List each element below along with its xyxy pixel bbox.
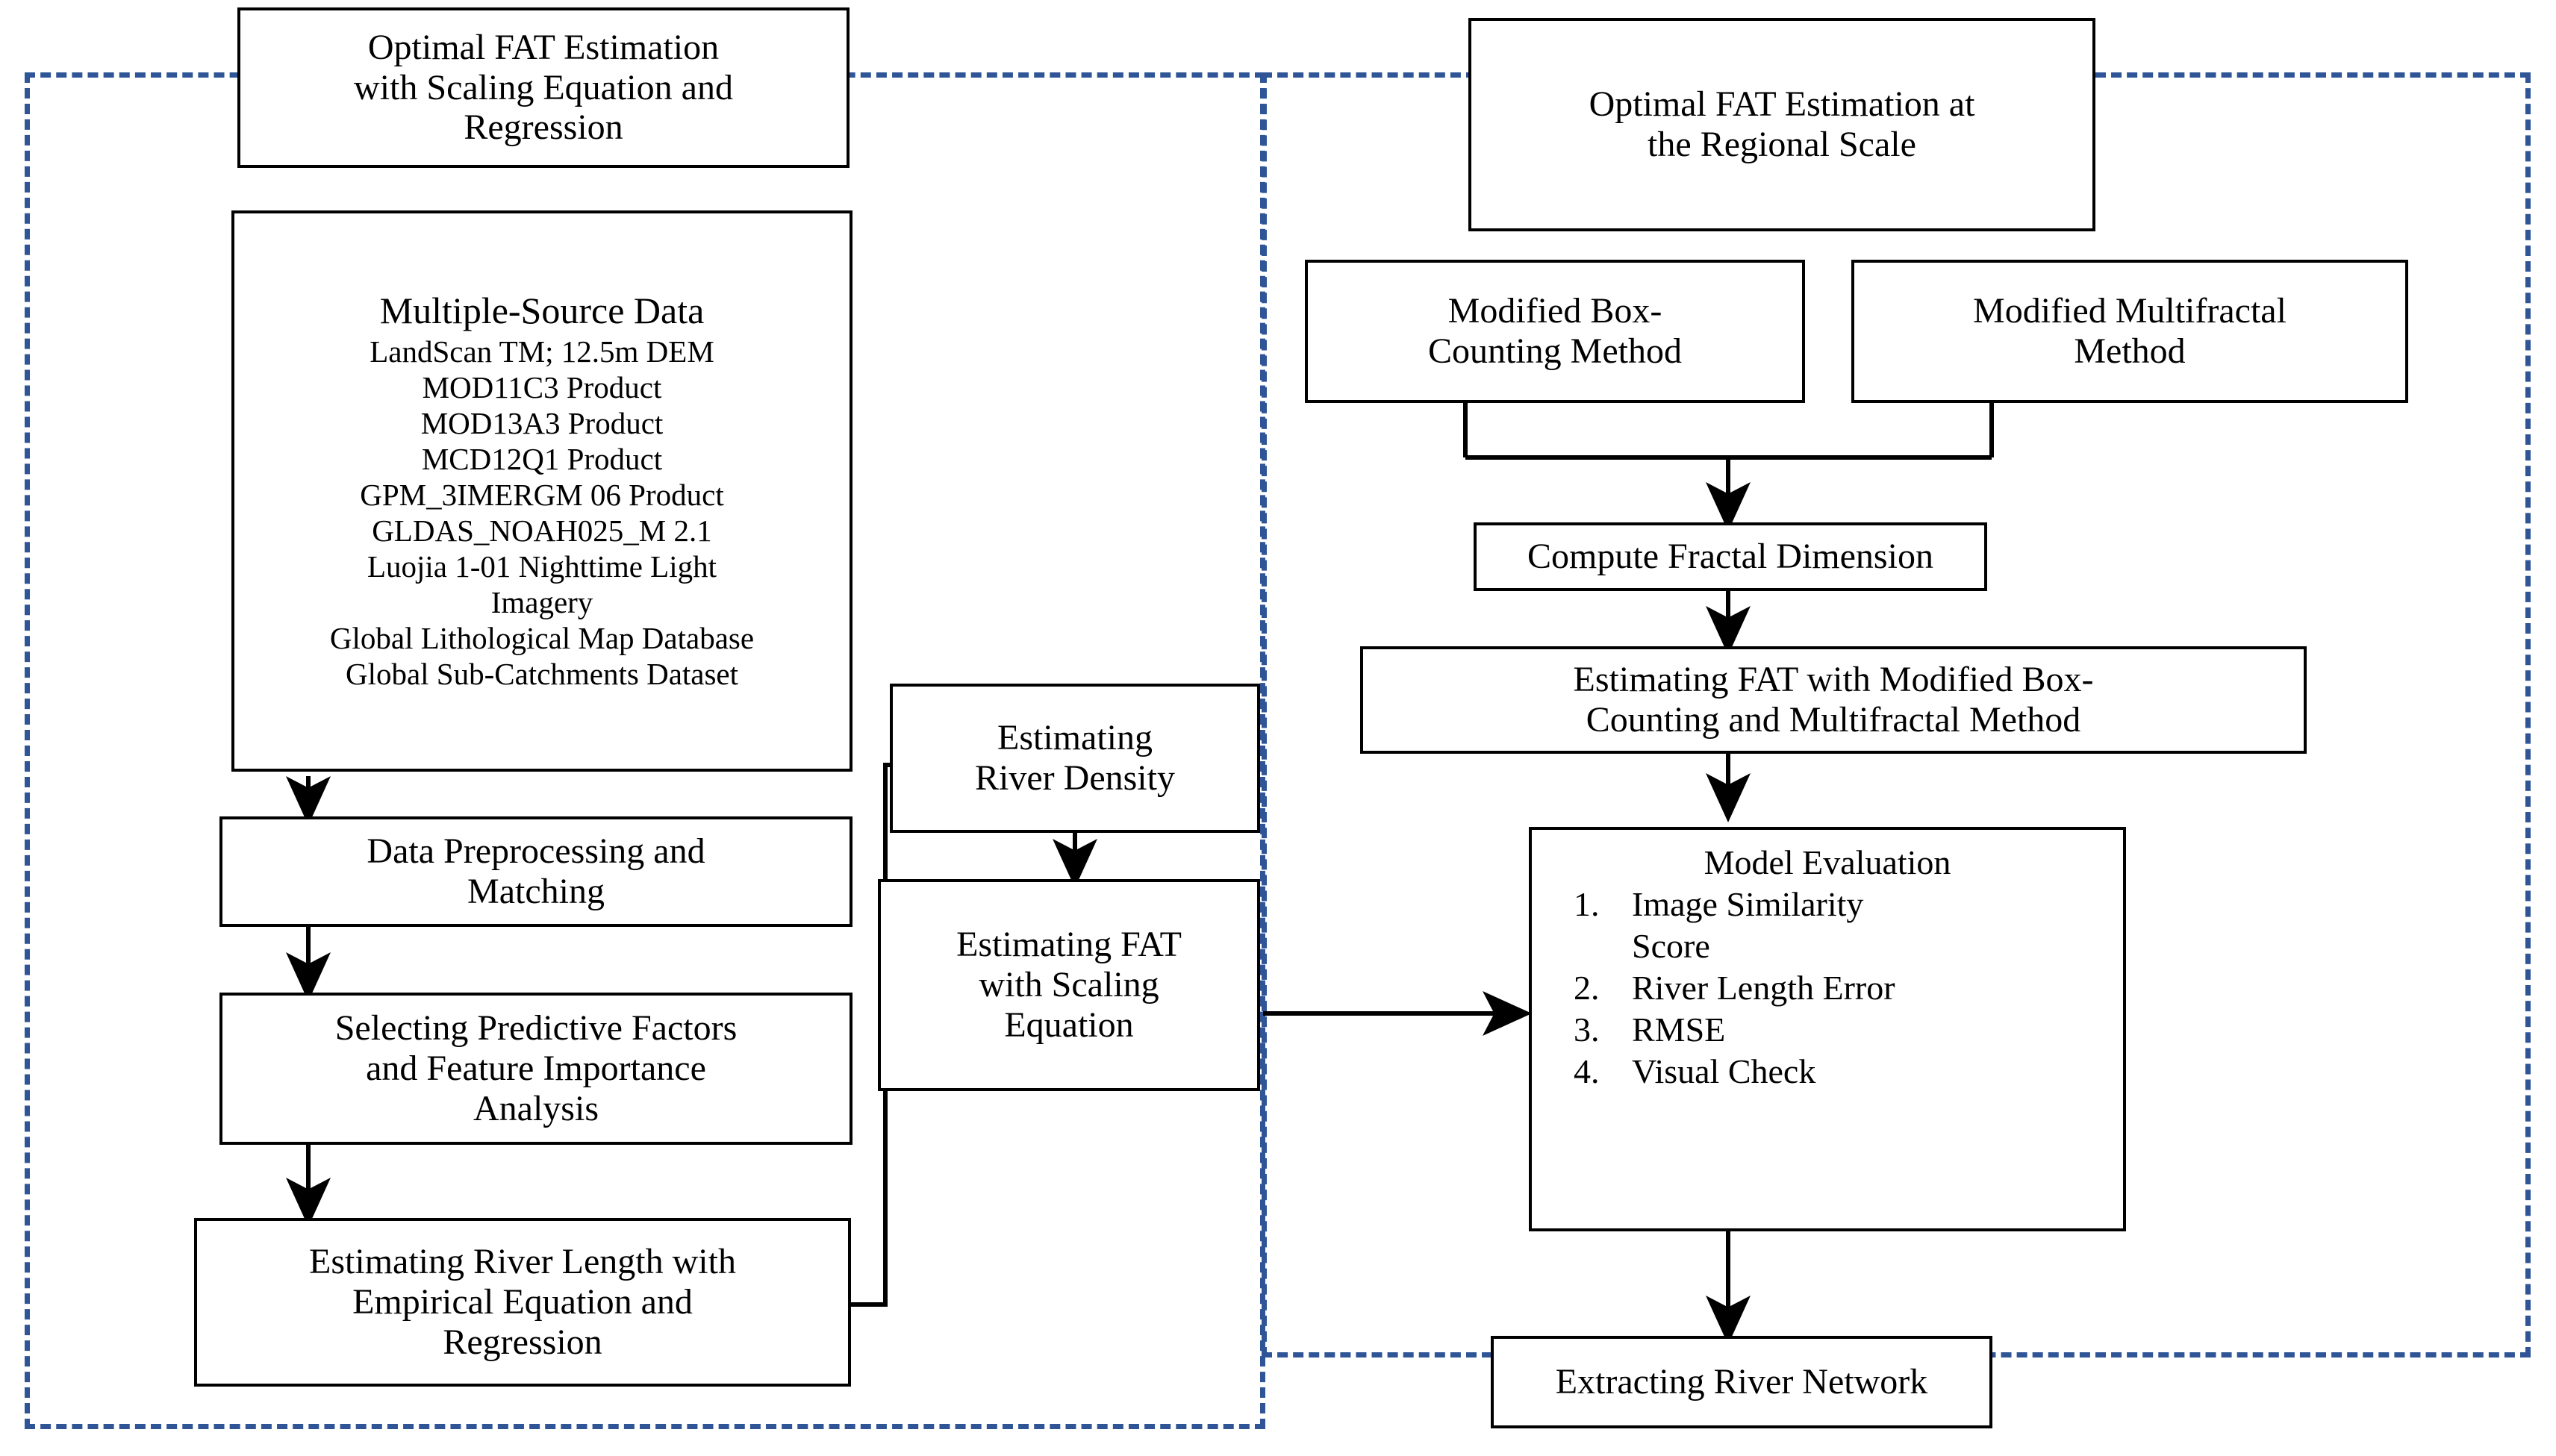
data-item-3: MCD12Q1 Product bbox=[421, 442, 663, 477]
data-item-6: Luojia 1-01 Nighttime Light bbox=[367, 549, 717, 584]
compute-fractal-dimension-box: Compute Fractal Dimension bbox=[1474, 522, 1987, 591]
output-line-1: Extracting River Network bbox=[1555, 1362, 1928, 1402]
eval-item-text: Visual Check bbox=[1632, 1052, 1816, 1090]
multifractal-line-2: Method bbox=[2074, 331, 2186, 371]
river-length-line-3: Regression bbox=[443, 1322, 602, 1362]
right-header-line-2: the Regional Scale bbox=[1648, 125, 1916, 164]
data-item-4: GPM_3IMERGM 06 Product bbox=[360, 478, 724, 513]
flowchart-canvas: Optimal FAT Estimation with Scaling Equa… bbox=[0, 0, 2556, 1456]
data-item-1: MOD11C3 Product bbox=[422, 370, 662, 405]
eval-item-text: River Length Error bbox=[1632, 968, 1895, 1007]
eval-item: 1. Image Similarity bbox=[1574, 884, 2107, 925]
data-item-2: MOD13A3 Product bbox=[420, 406, 664, 441]
data-item-9: Global Sub-Catchments Dataset bbox=[345, 656, 739, 691]
eval-item-number: 4. bbox=[1574, 1052, 1600, 1090]
river-length-line-2: Empirical Equation and bbox=[352, 1282, 693, 1322]
multiple-source-data-box: Multiple-Source Data LandScan TM; 12.5m … bbox=[231, 210, 852, 772]
data-preprocessing-box: Data Preprocessing and Matching bbox=[219, 816, 852, 927]
selecting-line-1: Selecting Predictive Factors bbox=[334, 1008, 738, 1049]
left-header-line-1: Optimal FAT Estimation bbox=[367, 27, 720, 67]
selecting-predictive-factors-box: Selecting Predictive Factors and Feature… bbox=[219, 993, 852, 1145]
selecting-line-2: and Feature Importance bbox=[366, 1049, 706, 1089]
eval-item: 2. River Length Error bbox=[1574, 967, 2107, 1009]
fat-scaling-line-1: Estimating FAT bbox=[956, 925, 1182, 965]
estimating-river-density-box: Estimating River Density bbox=[890, 684, 1260, 833]
river-length-line-1: Estimating River Length with bbox=[309, 1242, 736, 1282]
eval-item: 3. RMSE bbox=[1574, 1009, 2107, 1051]
river-density-line-2: River Density bbox=[975, 758, 1175, 798]
fat-scaling-line-2: with Scaling bbox=[979, 965, 1159, 1005]
model-evaluation-box: Model Evaluation 1. Image Similarity Sco… bbox=[1529, 827, 2126, 1231]
eval-item-text: RMSE bbox=[1632, 1010, 1726, 1049]
model-evaluation-heading: Model Evaluation bbox=[1704, 843, 1951, 881]
eval-item-number: 3. bbox=[1574, 1010, 1600, 1049]
eval-item-number: 2. bbox=[1574, 968, 1600, 1007]
right-header-line-1: Optimal FAT Estimation at bbox=[1589, 84, 1975, 125]
data-item-0: LandScan TM; 12.5m DEM bbox=[370, 334, 714, 369]
extracting-river-network-box: Extracting River Network bbox=[1491, 1336, 1992, 1428]
selecting-line-3: Analysis bbox=[473, 1088, 599, 1128]
data-item-5: GLDAS_NOAH025_M 2.1 bbox=[372, 513, 712, 548]
model-evaluation-list: 1. Image Similarity Score 2. River Lengt… bbox=[1548, 884, 2107, 1093]
eval-item-text: Score bbox=[1632, 926, 1710, 965]
estimating-fat-modified-box: Estimating FAT with Modified Box- Counti… bbox=[1360, 646, 2307, 754]
multiple-source-data-heading: Multiple-Source Data bbox=[379, 290, 705, 332]
eval-item: Score bbox=[1574, 925, 2107, 967]
river-density-line-1: Estimating bbox=[997, 718, 1153, 758]
fat-estimation-line-1: Estimating FAT with Modified Box- bbox=[1573, 660, 2094, 700]
left-header-line-2: with Scaling Equation and bbox=[354, 67, 733, 107]
left-header-line-3: Regression bbox=[464, 107, 623, 148]
preprocessing-line-1: Data Preprocessing and bbox=[367, 831, 705, 872]
eval-item: 4. Visual Check bbox=[1574, 1051, 2107, 1093]
fractal-dimension-line-1: Compute Fractal Dimension bbox=[1527, 537, 1933, 577]
data-item-8: Global Lithological Map Database bbox=[329, 620, 755, 655]
left-group-header-box: Optimal FAT Estimation with Scaling Equa… bbox=[237, 7, 850, 168]
eval-item-text: Image Similarity bbox=[1632, 884, 1864, 923]
box-counting-line-2: Counting Method bbox=[1427, 331, 1682, 371]
right-group-header-box: Optimal FAT Estimation at the Regional S… bbox=[1468, 18, 2095, 231]
estimating-river-length-box: Estimating River Length with Empirical E… bbox=[194, 1218, 851, 1387]
data-item-7: Imagery bbox=[490, 584, 593, 619]
preprocessing-line-2: Matching bbox=[467, 872, 605, 911]
fat-scaling-line-3: Equation bbox=[1004, 1004, 1134, 1045]
estimating-fat-scaling-box: Estimating FAT with Scaling Equation bbox=[878, 879, 1260, 1091]
fat-estimation-line-2: Counting and Multifractal Method bbox=[1586, 700, 2081, 740]
modified-box-counting-box: Modified Box- Counting Method bbox=[1305, 260, 1805, 403]
eval-item-number: 1. bbox=[1574, 884, 1600, 923]
multifractal-line-1: Modified Multifractal bbox=[1973, 291, 2287, 331]
modified-multifractal-box: Modified Multifractal Method bbox=[1851, 260, 2408, 403]
box-counting-line-1: Modified Box- bbox=[1447, 291, 1662, 331]
